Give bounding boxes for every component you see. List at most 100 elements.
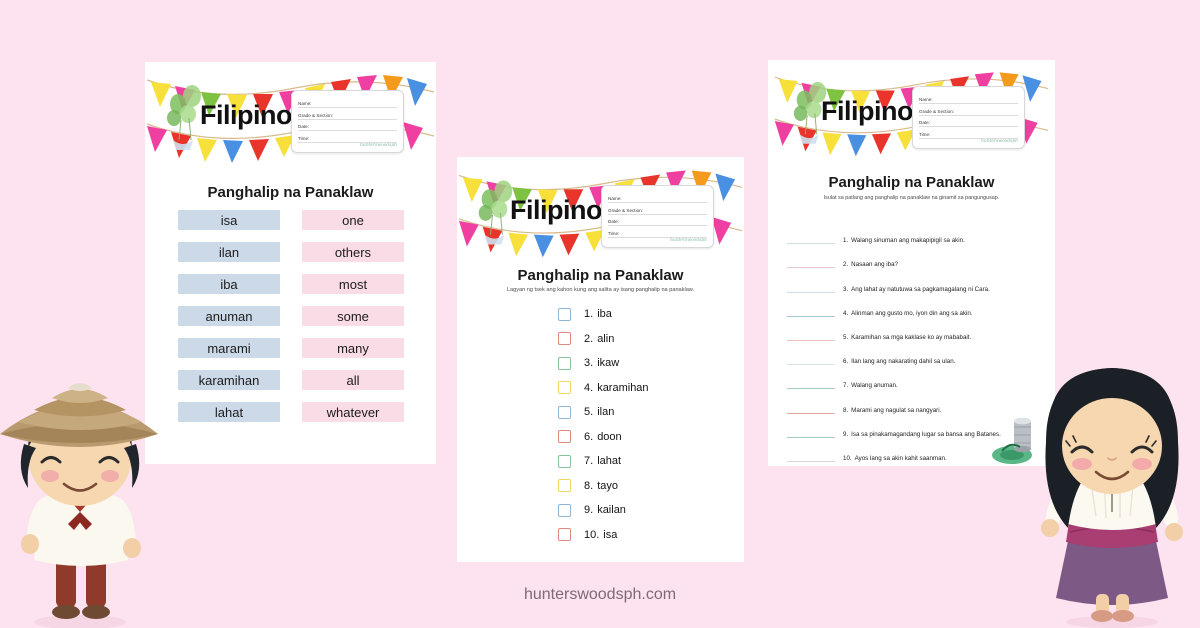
namebox-field-time[interactable]: Time:: [298, 131, 397, 143]
checkbox-list: 1. iba 2. alin 3. ikaw 4. karamihan 5. ilan 6. doon…: [558, 302, 728, 547]
checkbox-icon[interactable]: [558, 356, 571, 370]
checklist-item[interactable]: 4. karamihan: [558, 376, 728, 401]
answer-blank-line[interactable]: [787, 305, 835, 317]
checkbox-icon[interactable]: [558, 332, 571, 346]
brand-signature: hunterswoodsph: [670, 238, 707, 243]
sentence-item-text: Isa sa pinakamagandang lugar sa bansa an…: [851, 430, 1001, 438]
checklist-item-word: ikaw: [597, 357, 620, 370]
word-cell-english[interactable]: all: [302, 370, 404, 390]
word-cell-tagalog[interactable]: anuman: [178, 306, 280, 326]
sentence-item-text: Ayos lang sa akin kahit saanman.: [854, 454, 947, 462]
sentence-item-text: Nasaan ang iba?: [851, 261, 898, 269]
sentence-item-text: Karamihan sa mga kaklase ko ay mababait.: [851, 333, 972, 341]
worksheet-header: Filipino Name: Grade & Section: Date: Ti…: [145, 62, 436, 167]
sentence-item[interactable]: 7. Walang anuman.: [787, 365, 1042, 390]
checklist-item-number: 3.: [584, 357, 594, 370]
namebox-field-grade-section[interactable]: Grade & Section:: [298, 108, 397, 120]
namebox-field-name[interactable]: Name:: [608, 191, 707, 203]
word-cell-english[interactable]: many: [302, 338, 404, 358]
sentence-item[interactable]: 3. Ang lahat ay natutuwa sa pagkamagalang…: [787, 268, 1042, 293]
student-info-box[interactable]: Name: Grade & Section: Date: Time: hunte…: [912, 86, 1025, 149]
sentence-item[interactable]: 8. Marami ang nagulat sa nangyari.: [787, 389, 1042, 414]
checklist-item[interactable]: 5. ilan: [558, 400, 728, 425]
word-pair-grid: isa one ilan others iba most anuman some marami m…: [178, 210, 404, 434]
checklist-item[interactable]: 8. tayo: [558, 474, 728, 499]
namebox-field-date[interactable]: Date:: [608, 215, 707, 227]
word-cell-tagalog[interactable]: isa: [178, 210, 280, 230]
sentence-item-number: 3.: [843, 285, 849, 293]
word-cell-tagalog[interactable]: iba: [178, 274, 280, 294]
checklist-item[interactable]: 1. iba: [558, 302, 728, 327]
subject-title: Filipino: [510, 195, 602, 225]
word-cell-english[interactable]: whatever: [302, 402, 404, 422]
namebox-field-time[interactable]: Time:: [919, 127, 1018, 139]
worksheet-title: Panghalip na Panaklaw: [517, 267, 684, 284]
answer-blank-line[interactable]: [787, 402, 835, 414]
checkbox-icon[interactable]: [558, 381, 571, 395]
checklist-item-number: 1.: [584, 308, 594, 321]
word-cell-english[interactable]: one: [302, 210, 404, 230]
checkbox-icon[interactable]: [558, 528, 571, 542]
checkbox-icon[interactable]: [558, 405, 571, 419]
namebox-field-grade-section[interactable]: Grade & Section:: [919, 104, 1018, 116]
answer-blank-line[interactable]: [787, 232, 835, 245]
worksheet-card-word-match[interactable]: Filipino Name: Grade & Section: Date: Ti…: [145, 62, 436, 464]
checklist-item[interactable]: 3. ikaw: [558, 351, 728, 376]
answer-blank-line[interactable]: [787, 426, 835, 438]
checklist-item-number: 10.: [584, 528, 600, 541]
sentence-item[interactable]: 2. Nasaan ang iba?: [787, 244, 1042, 269]
namebox-field-date[interactable]: Date:: [298, 120, 397, 132]
worksheet-card-checklist[interactable]: Filipino Name: Grade & Section: Date: Ti…: [457, 157, 744, 562]
checklist-item-number: 5.: [584, 406, 594, 419]
word-cell-tagalog[interactable]: karamihan: [178, 370, 280, 390]
namebox-field-date[interactable]: Date:: [919, 116, 1018, 128]
checklist-item-word: lahat: [597, 455, 622, 468]
answer-blank-line[interactable]: [787, 256, 835, 269]
checklist-item[interactable]: 9. kailan: [558, 498, 728, 523]
answer-blank-line[interactable]: [787, 281, 835, 293]
answer-blank-line[interactable]: [787, 329, 835, 341]
checklist-item-word: iba: [597, 308, 612, 321]
checklist-item[interactable]: 2. alin: [558, 327, 728, 352]
sentence-item-number: 4.: [843, 309, 849, 317]
checkbox-icon[interactable]: [558, 503, 571, 517]
worksheet-card-sentence-fill[interactable]: Filipino Name: Grade & Section: Date: Ti…: [768, 60, 1055, 466]
sentence-item[interactable]: 6. Ilan lang ang nakarating dahil sa ulan…: [787, 341, 1042, 366]
word-cell-english[interactable]: some: [302, 306, 404, 326]
namebox-field-grade-section[interactable]: Grade & Section:: [608, 203, 707, 215]
word-cell-tagalog[interactable]: ilan: [178, 242, 280, 262]
word-cell-tagalog[interactable]: lahat: [178, 402, 280, 422]
checklist-item[interactable]: 7. lahat: [558, 449, 728, 474]
sentence-item[interactable]: 1. Walang sinuman ang makapipigil sa akin…: [787, 220, 1042, 245]
sentence-item-text: Ang lahat ay natutuwa sa pagkamagalang n…: [851, 285, 990, 293]
namebox-field-time[interactable]: Time:: [608, 226, 707, 238]
checkbox-icon[interactable]: [558, 454, 571, 468]
checklist-item[interactable]: 6. doon: [558, 425, 728, 450]
sentence-item[interactable]: 4. Alinman ang gusto mo, iyon din ang sa …: [787, 293, 1042, 317]
answer-blank-line[interactable]: [787, 353, 835, 366]
checkbox-icon[interactable]: [558, 430, 571, 444]
answer-blank-line[interactable]: [787, 377, 835, 390]
sentence-item[interactable]: 5. Karamihan sa mga kaklase ko ay mababai…: [787, 317, 1042, 341]
checklist-item-word: doon: [597, 430, 622, 443]
checklist-item-word: kailan: [597, 504, 626, 517]
subject-title: Filipino: [200, 100, 292, 130]
sentence-item-number: 6.: [843, 358, 849, 366]
checklist-item-word: isa: [603, 528, 618, 541]
checkbox-icon[interactable]: [558, 479, 571, 493]
namebox-field-name[interactable]: Name:: [919, 92, 1018, 104]
sentence-item-number: 1.: [843, 237, 849, 245]
namebox-field-name[interactable]: Name:: [298, 96, 397, 108]
student-info-box[interactable]: Name: Grade & Section: Date: Time: hunte…: [601, 185, 714, 248]
word-cell-tagalog[interactable]: marami: [178, 338, 280, 358]
word-cell-english[interactable]: most: [302, 274, 404, 294]
mascot-girl-in-filipiniana: [1041, 368, 1183, 628]
word-cell-english[interactable]: others: [302, 242, 404, 262]
checkbox-icon[interactable]: [558, 307, 571, 321]
student-info-box[interactable]: Name: Grade & Section: Date: Time: hunte…: [291, 90, 404, 153]
sentence-item-number: 8.: [843, 406, 849, 414]
checklist-item[interactable]: 10. isa: [558, 523, 728, 548]
sentence-item-number: 2.: [843, 261, 849, 269]
answer-blank-line[interactable]: [787, 450, 835, 462]
worksheet-header: Filipino Name: Grade & Section: Date: Ti…: [457, 157, 744, 262]
